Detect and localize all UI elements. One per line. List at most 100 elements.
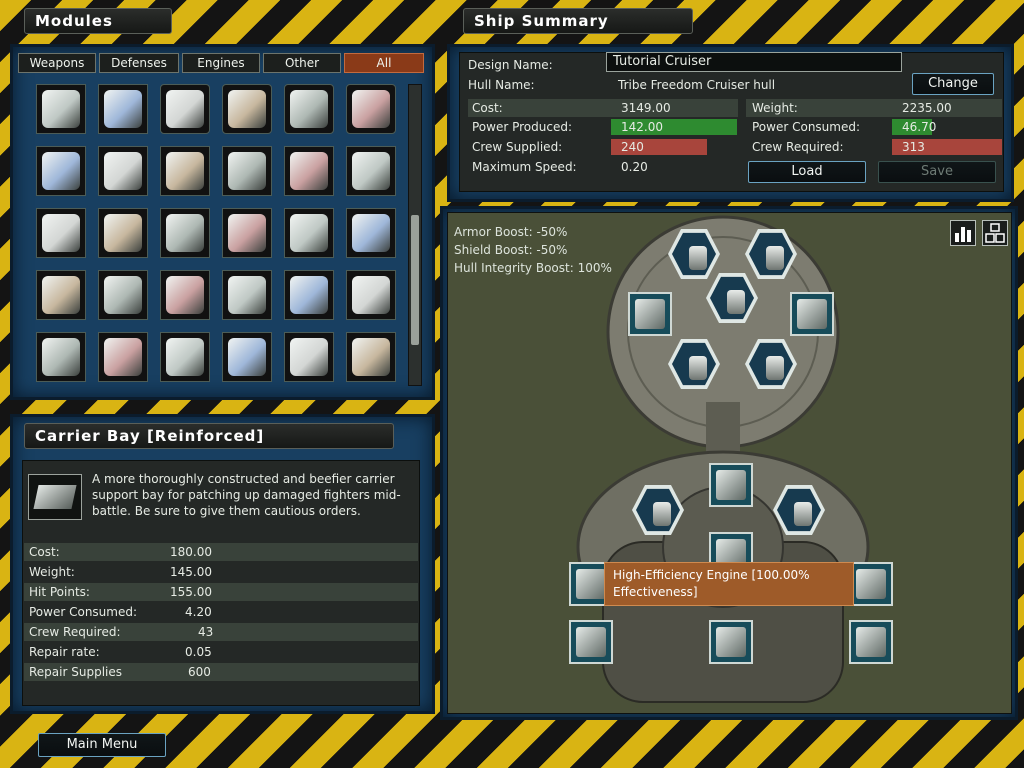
tab-other[interactable]: Other [263, 53, 341, 73]
module-cell[interactable] [36, 146, 86, 196]
module-cell[interactable] [98, 146, 148, 196]
module-cell[interactable] [284, 208, 334, 258]
stat-crew-value: 43 [198, 625, 214, 639]
stat-cost-value: 180.00 [170, 545, 212, 559]
module-icon [104, 276, 142, 314]
hardpoint-engine-left-2[interactable] [569, 620, 613, 664]
module-cell[interactable] [346, 84, 396, 134]
module-scrollbar[interactable] [408, 84, 422, 386]
module-cell[interactable] [346, 270, 396, 320]
stats-view-icon[interactable] [950, 220, 976, 246]
hull-name-label: Hull Name: [468, 78, 535, 92]
stat-row-0 [24, 543, 418, 561]
module-icon [166, 214, 204, 252]
stat-weight-label: Weight: [29, 565, 75, 579]
module-cell[interactable] [346, 332, 396, 382]
crew-required-label: Crew Required: [752, 140, 844, 154]
stat-hit-points-value: 155.00 [170, 585, 212, 599]
module-icon [290, 338, 328, 376]
module-icon [290, 214, 328, 252]
module-cell[interactable] [222, 270, 272, 320]
module-cell[interactable] [346, 146, 396, 196]
summary-left-row-0 [468, 99, 738, 117]
module-cell[interactable] [98, 84, 148, 134]
module-cell[interactable] [160, 146, 210, 196]
module-cell[interactable] [222, 146, 272, 196]
modules-title: Modules [24, 8, 172, 34]
change-hull-button[interactable]: Change [912, 73, 994, 95]
summary-title: Ship Summary [463, 8, 693, 34]
stat-repair-supplies-label: Repair Supplies [29, 665, 122, 679]
module-cell[interactable] [36, 208, 86, 258]
cost-label: Cost: [472, 101, 503, 115]
module-icon [228, 90, 266, 128]
tab-engines[interactable]: Engines [182, 53, 260, 73]
module-cell[interactable] [98, 332, 148, 382]
module-cell[interactable] [98, 208, 148, 258]
module-icon [104, 90, 142, 128]
module-icon [228, 276, 266, 314]
module-cell[interactable] [284, 332, 334, 382]
module-icon [352, 90, 390, 128]
hardpoint-core-bottom[interactable] [709, 620, 753, 664]
module-icon [104, 152, 142, 190]
module-icon [166, 338, 204, 376]
tab-defenses[interactable]: Defenses [99, 53, 179, 73]
stat-power-value: 4.20 [185, 605, 212, 619]
hardpoint-engine-right-2[interactable] [849, 620, 893, 664]
module-cell[interactable] [284, 84, 334, 134]
hardpoint-side-left[interactable] [628, 292, 672, 336]
weight-label: Weight: [752, 101, 798, 115]
module-cell[interactable] [36, 270, 86, 320]
stat-repair-rate-label: Repair rate: [29, 645, 100, 659]
tab-all[interactable]: All [344, 53, 424, 73]
module-icon [228, 214, 266, 252]
stat-crew-label: Crew Required: [29, 625, 121, 639]
module-grid [36, 84, 404, 386]
stat-repair-supplies-value: 600 [188, 665, 211, 679]
module-icon [42, 214, 80, 252]
module-icon [352, 276, 390, 314]
module-cell[interactable] [160, 208, 210, 258]
main-menu-button[interactable]: Main Menu [38, 733, 166, 757]
tab-weapons[interactable]: Weapons [18, 53, 96, 73]
save-button[interactable]: Save [878, 161, 996, 183]
module-cell[interactable] [98, 270, 148, 320]
module-cell[interactable] [222, 332, 272, 382]
design-name-field[interactable]: Tutorial Cruiser [606, 52, 902, 72]
module-cell[interactable] [160, 84, 210, 134]
module-icon [42, 338, 80, 376]
carrier-bay-shape [33, 485, 77, 509]
module-icon [228, 338, 266, 376]
module-icon [352, 214, 390, 252]
carrier-bay-icon [28, 474, 82, 520]
hardpoint-core-top[interactable] [709, 463, 753, 507]
stat-weight-value: 145.00 [170, 565, 212, 579]
module-icon [290, 152, 328, 190]
scrollbar-thumb[interactable] [411, 215, 419, 345]
module-cell[interactable] [36, 332, 86, 382]
bar-chart-icon [955, 227, 971, 242]
module-cell[interactable] [222, 84, 272, 134]
max-speed-label: Maximum Speed: [472, 160, 577, 174]
module-cell[interactable] [160, 332, 210, 382]
module-cell[interactable] [222, 208, 272, 258]
hardpoint-side-right[interactable] [790, 292, 834, 336]
power-consumed-label: Power Consumed: [752, 120, 861, 134]
module-icon [104, 214, 142, 252]
module-icon [104, 338, 142, 376]
load-button[interactable]: Load [748, 161, 866, 183]
module-tooltip: High-Efficiency Engine [100.00% Effectiv… [604, 562, 854, 606]
module-cell[interactable] [36, 84, 86, 134]
hull-name-value: Tribe Freedom Cruiser hull [618, 78, 776, 92]
layout-view-icon[interactable] [982, 220, 1008, 246]
module-cell[interactable] [346, 208, 396, 258]
weight-value: 2235.00 [902, 101, 952, 115]
module-cell[interactable] [284, 146, 334, 196]
module-cell[interactable] [284, 270, 334, 320]
hardpoint-engine-right-1[interactable] [849, 562, 893, 606]
module-cell[interactable] [160, 270, 210, 320]
power-produced-label: Power Produced: [472, 120, 572, 134]
stat-repair-rate-value: 0.05 [185, 645, 212, 659]
module-icon [166, 152, 204, 190]
